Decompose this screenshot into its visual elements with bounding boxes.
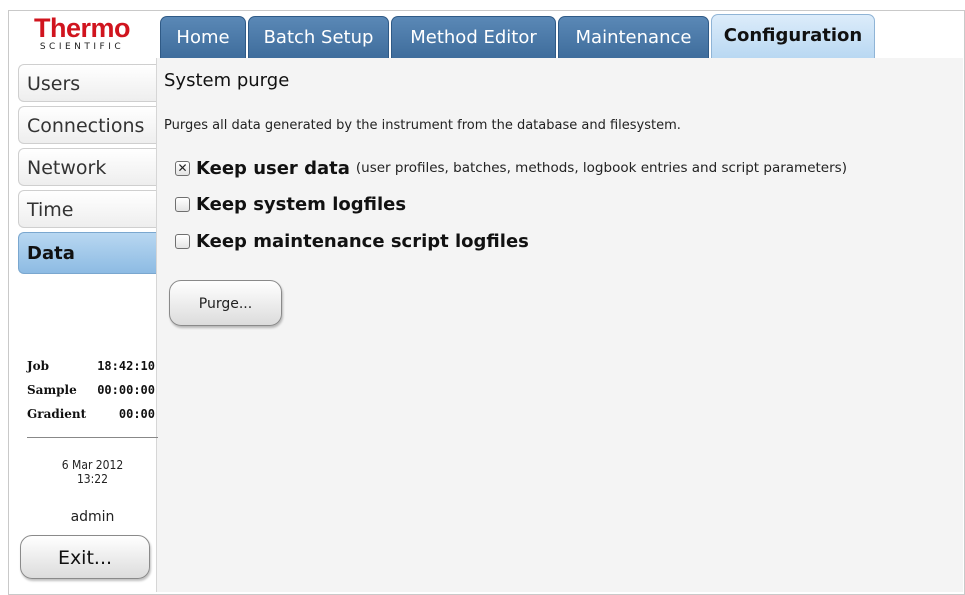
- logo-brand: Thermo: [33, 13, 131, 43]
- status-row-gradient: Gradient 00:00: [27, 402, 155, 426]
- page-title: System purge: [164, 70, 290, 91]
- run-status-panel: Job 18:42:10 Sample 00:00:00 Gradient 00…: [27, 354, 155, 426]
- status-label: Job: [27, 359, 50, 373]
- status-label: Gradient: [27, 407, 87, 421]
- sidebar-item-time[interactable]: Time: [18, 190, 156, 228]
- status-label: Sample: [27, 383, 77, 397]
- sidebar: Users Connections Network Time Data Job …: [9, 62, 158, 592]
- sidebar-item-users[interactable]: Users: [18, 64, 156, 102]
- main-tab-bar: Home Batch Setup Method Editor Maintenan…: [160, 12, 960, 58]
- keep-maintenance-logfiles-checkbox[interactable]: [175, 233, 190, 249]
- current-user: admin: [70, 509, 115, 525]
- main-panel: System purge Purges all data generated b…: [156, 58, 963, 592]
- logo-sub: SCIENTIFIC: [39, 42, 125, 52]
- tab-maintenance[interactable]: Maintenance: [558, 16, 709, 58]
- tab-configuration[interactable]: Configuration: [711, 14, 875, 58]
- keep-system-logfiles-option[interactable]: Keep system logfiles: [175, 191, 406, 217]
- tab-home[interactable]: Home: [160, 16, 246, 58]
- status-value: 00:00:00: [97, 383, 155, 397]
- keep-maintenance-logfiles-label: Keep maintenance script logfiles: [196, 230, 529, 252]
- tab-method-editor[interactable]: Method Editor: [391, 16, 556, 58]
- sidebar-item-network[interactable]: Network: [18, 148, 156, 186]
- status-row-job: Job 18:42:10: [27, 354, 155, 378]
- exit-button[interactable]: Exit...: [20, 535, 150, 579]
- keep-user-data-hint: (user profiles, batches, methods, logboo…: [355, 160, 847, 176]
- date-display: 6 Mar 2012: [61, 458, 124, 472]
- sidebar-item-connections[interactable]: Connections: [18, 106, 156, 144]
- keep-user-data-checkbox[interactable]: ✕: [175, 160, 190, 176]
- page-description: Purges all data generated by the instrum…: [164, 118, 681, 133]
- keep-system-logfiles-checkbox[interactable]: [175, 196, 190, 212]
- status-value: 00:00: [118, 407, 155, 421]
- sidebar-item-data[interactable]: Data: [18, 232, 156, 274]
- status-row-sample: Sample 00:00:00: [27, 378, 155, 402]
- keep-user-data-option[interactable]: ✕ Keep user data (user profiles, batches…: [175, 155, 847, 181]
- purge-button[interactable]: Purge...: [169, 280, 282, 326]
- tab-batch-setup[interactable]: Batch Setup: [248, 16, 389, 58]
- time-display: 13:22: [76, 472, 109, 486]
- sidebar-divider: [27, 437, 158, 438]
- keep-system-logfiles-label: Keep system logfiles: [196, 193, 407, 215]
- keep-user-data-label: Keep user data: [196, 157, 350, 179]
- status-value: 18:42:10: [97, 359, 155, 373]
- thermo-scientific-logo: Thermo SCIENTIFIC: [9, 12, 155, 60]
- keep-maintenance-logfiles-option[interactable]: Keep maintenance script logfiles: [175, 228, 529, 254]
